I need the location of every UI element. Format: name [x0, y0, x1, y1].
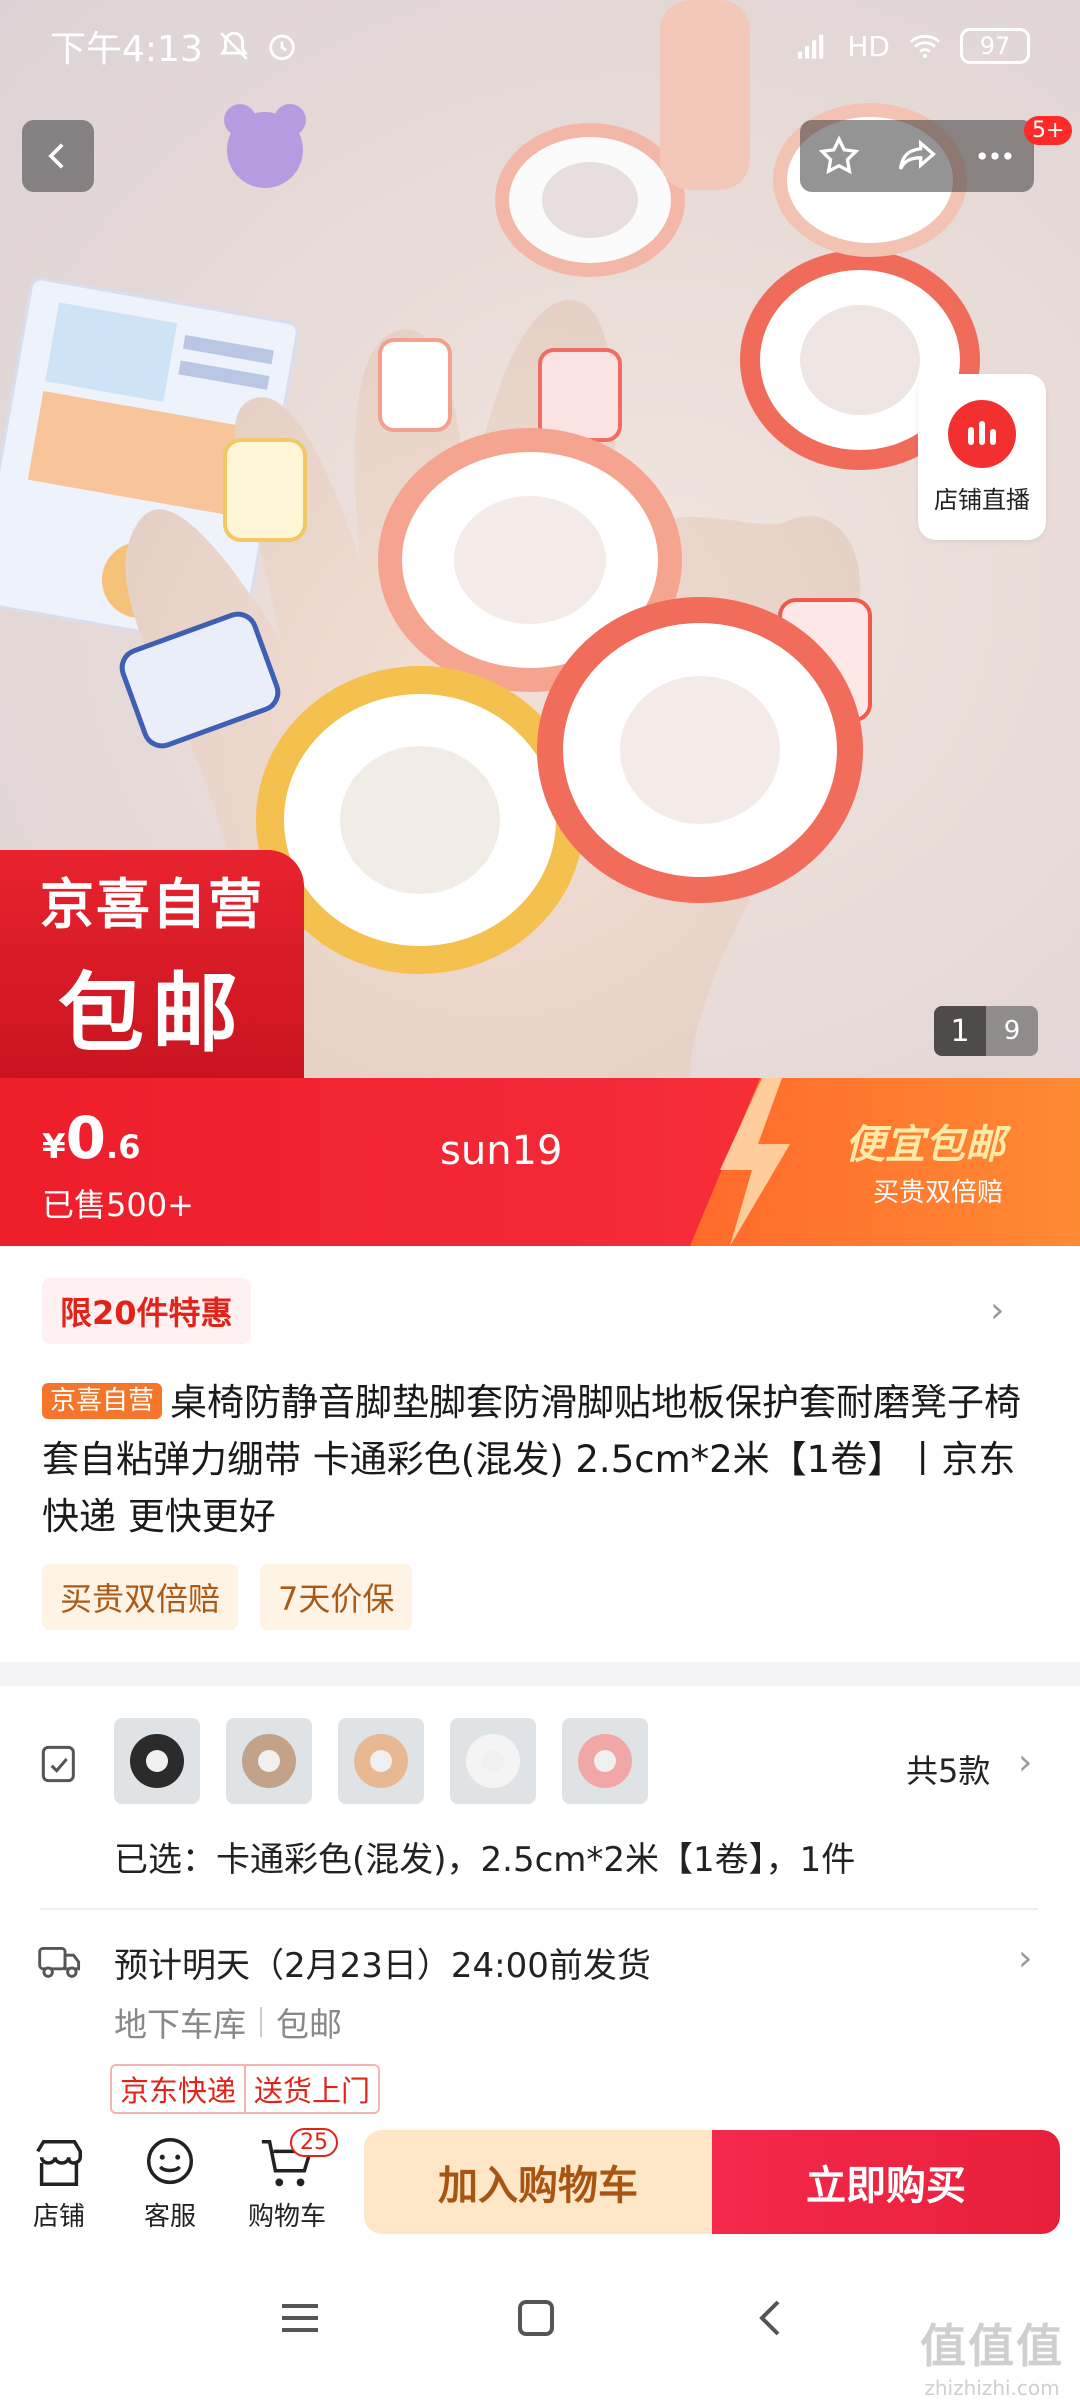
alarm-icon	[269, 34, 295, 61]
buy-now-button[interactable]: 立即购买	[712, 2130, 1060, 2234]
variant-thumbnails	[114, 1718, 648, 1804]
variant-thumbnail[interactable]	[562, 1718, 648, 1804]
sold-count: 已售500+	[42, 1186, 194, 1224]
banner-center-text: sun19	[440, 1128, 563, 1174]
tape-roll-image	[466, 1734, 520, 1788]
tape-roll-image	[354, 1734, 408, 1788]
store-live-button[interactable]: 店铺直播	[918, 374, 1046, 540]
more-icon[interactable]	[973, 134, 1017, 178]
lightning-icon	[720, 1078, 790, 1246]
promo-subtitle: 买贵双倍赔	[873, 1178, 1004, 1208]
store-icon	[36, 2139, 83, 2187]
variant-thumbnail[interactable]	[450, 1718, 536, 1804]
variant-selector[interactable]: 共5款 › 已选：卡通彩色(混发)，2.5cm*2米【1卷】，1件	[0, 1686, 1080, 1912]
share-icon[interactable]	[895, 134, 939, 178]
top-actions	[800, 120, 1034, 192]
favorite-star-icon[interactable]	[817, 134, 861, 178]
tape-roll-hole	[482, 1750, 504, 1772]
variant-thumbnail[interactable]	[338, 1718, 424, 1804]
price-decimal: .6	[106, 1128, 141, 1166]
ship-origin-row: 地下车库 包邮	[114, 1998, 342, 2046]
watermark-logo: 值值值	[920, 2319, 1064, 2373]
customer-service-button[interactable]: 客服	[141, 2134, 199, 2233]
cart-count-badge: 25	[290, 2128, 338, 2157]
promo-title: 便宜包邮	[845, 1122, 1005, 1168]
tape-roll-hole	[594, 1750, 616, 1772]
status-time: 下午4:13	[50, 29, 203, 70]
limited-offer-tag[interactable]: 限20件特惠	[42, 1278, 251, 1344]
battery-level: 97	[960, 28, 1030, 64]
self-operated-tag: 京喜自营	[42, 1383, 163, 1419]
image-counter-total: 9	[986, 1006, 1038, 1056]
back-nav-icon[interactable]	[752, 2298, 792, 2338]
chevron-right-icon[interactable]: ›	[1018, 1938, 1032, 1979]
image-counter: 1 9	[934, 1006, 1038, 1056]
chevron-right-icon[interactable]: ›	[1018, 1742, 1032, 1783]
ship-estimate: 预计明天（2月23日）24:00前发货	[114, 1946, 651, 1986]
ship-tags: 京东快递 送货上门	[110, 2064, 381, 2114]
service-tag-double-compensation[interactable]: 买贵双倍赔	[42, 1564, 239, 1630]
price-banner: ¥ 0 .6 已售500+ sun19 便宜包邮 买贵双倍赔	[0, 1078, 1080, 1246]
express-tag: 京东快递	[120, 2074, 237, 2108]
promo-badge: 京喜自营 包邮	[0, 850, 304, 1078]
separator	[260, 2007, 262, 2037]
image-counter-current: 1	[934, 1006, 986, 1056]
selected-variant-text: 已选：卡通彩色(混发)，2.5cm*2米【1卷】，1件	[114, 1840, 856, 1880]
product-info: 限20件特惠 › 京喜自营 桌椅防静音脚垫脚套防滑脚贴地板保护套耐磨凳子椅套自粘弹…	[0, 1246, 1080, 1662]
add-to-cart-button[interactable]: 加入购物车	[364, 2130, 712, 2234]
variant-thumbnail[interactable]	[226, 1718, 312, 1804]
section-gap	[0, 1662, 1080, 1686]
price-integer: 0	[65, 1104, 107, 1172]
shipping-info[interactable]: 预计明天（2月23日）24:00前发货 › 地下车库 包邮 京东快递 送货上门	[0, 1912, 1080, 2122]
product-title: 京喜自营 桌椅防静音脚垫脚套防滑脚贴地板保护套耐磨凳子椅套自粘弹力绷带 卡通彩色(…	[42, 1374, 1042, 1545]
ship-fee: 包邮	[276, 2005, 342, 2044]
back-button[interactable]	[22, 120, 94, 192]
tape-roll-hole	[370, 1750, 392, 1772]
price: ¥ 0 .6	[42, 1104, 140, 1172]
chevron-right-icon[interactable]: ›	[990, 1290, 1004, 1331]
truck-icon	[38, 1947, 81, 1978]
store-button[interactable]: 店铺	[30, 2134, 88, 2233]
signal-icon	[798, 34, 824, 59]
tape-roll-image	[242, 1734, 296, 1788]
cart-label: 购物车	[248, 2202, 327, 2232]
system-navigation	[0, 2252, 1080, 2400]
service-tags: 买贵双倍赔 7天价保	[42, 1564, 413, 1630]
product-image-carousel[interactable]: 下午4:13 HD 97 5+ 店铺直播 京喜自营 包邮 1 9	[0, 0, 1080, 1078]
watermark: 值值值 zhizhizhi.com	[920, 2310, 1064, 2400]
variant-thumbnail[interactable]	[114, 1718, 200, 1804]
wifi-icon	[909, 34, 941, 59]
status-right: HD 97	[795, 28, 1030, 64]
status-bar: 下午4:13 HD 97	[0, 0, 1080, 92]
live-icon	[948, 399, 1016, 468]
store-label: 店铺	[32, 2202, 85, 2232]
notification-badge: 5+	[1024, 116, 1073, 145]
ship-origin: 地下车库	[114, 2005, 246, 2044]
status-time-group: 下午4:13	[50, 20, 299, 72]
price-currency: ¥	[42, 1127, 66, 1167]
promo-badge-line1: 京喜自营	[40, 873, 264, 936]
promo-badge-line2: 包邮	[58, 964, 246, 1064]
delivery-tag: 送货上门	[254, 2074, 371, 2108]
tape-roll-image	[578, 1734, 632, 1788]
watermark-url: zhizhizhi.com	[924, 2376, 1060, 2400]
product-title-text: 桌椅防静音脚垫脚套防滑脚贴地板保护套耐磨凳子椅套自粘弹力绷带 卡通彩色(混发) …	[42, 1381, 1022, 1538]
variant-count: 共5款	[906, 1752, 991, 1790]
tape-roll-hole	[258, 1750, 280, 1772]
divider	[40, 1908, 1038, 1910]
bottom-action-bar: 店铺 客服 购物车 25 加入购物车 立即购买	[0, 2122, 1080, 2252]
tape-roll-hole	[146, 1750, 168, 1772]
selected-check-icon	[41, 1745, 75, 1783]
live-label: 店铺直播	[934, 485, 1030, 514]
home-icon[interactable]	[516, 2298, 556, 2338]
service-label: 客服	[143, 2202, 196, 2232]
chevron-left-icon	[48, 143, 64, 169]
tape-roll-image	[130, 1734, 184, 1788]
menu-icon[interactable]	[278, 2298, 322, 2338]
chat-smile-icon	[146, 2138, 194, 2185]
service-tag-price-protection[interactable]: 7天价保	[260, 1564, 413, 1630]
network-type: HD	[847, 29, 890, 63]
mute-icon	[219, 31, 248, 60]
